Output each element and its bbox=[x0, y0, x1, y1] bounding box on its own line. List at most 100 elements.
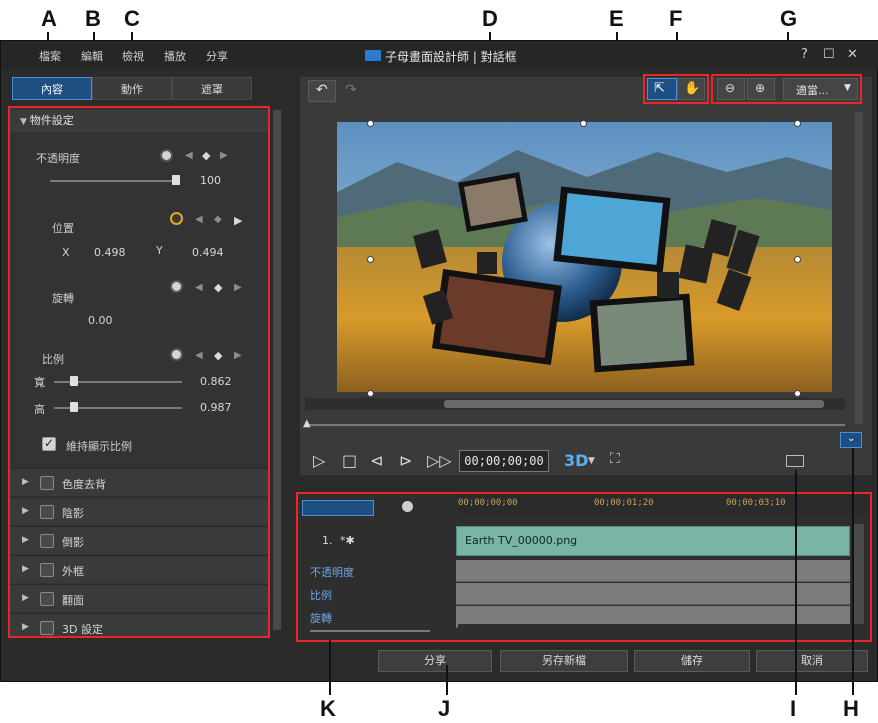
stop-icon[interactable]: □ bbox=[342, 451, 357, 470]
preview-canvas[interactable] bbox=[337, 122, 832, 392]
resize-handle[interactable] bbox=[794, 120, 801, 127]
stopwatch-icon[interactable] bbox=[170, 348, 183, 361]
playback-position-slider[interactable] bbox=[305, 424, 845, 426]
previous-frame-icon[interactable]: ⊲ bbox=[370, 451, 383, 470]
section-checkbox[interactable] bbox=[40, 563, 54, 577]
fullscreen-icon[interactable]: ⛶ bbox=[610, 451, 620, 467]
next-keyframe-icon[interactable]: ▶ bbox=[234, 214, 242, 227]
timeline-vertical-scrollbar[interactable] bbox=[854, 524, 864, 624]
next-keyframe-icon[interactable]: ▶ bbox=[220, 150, 228, 161]
object-settings-header[interactable]: ▼ 物件設定 bbox=[10, 110, 268, 132]
menu-view[interactable]: 檢視 bbox=[122, 48, 144, 64]
next-frame-icon[interactable]: ⊳ bbox=[399, 451, 412, 470]
position-y-value[interactable]: 0.494 bbox=[192, 246, 224, 259]
resize-handle[interactable] bbox=[794, 256, 801, 263]
section-checkbox[interactable] bbox=[40, 534, 54, 548]
stopwatch-icon[interactable] bbox=[402, 501, 413, 512]
menu-file[interactable]: 檔案 bbox=[39, 48, 61, 64]
keyframe-view-toggle[interactable] bbox=[302, 500, 374, 516]
timeline-zoom-slider[interactable] bbox=[310, 630, 430, 632]
rotation-value[interactable]: 0.00 bbox=[88, 314, 113, 327]
expand-timeline-button[interactable]: ⌄ bbox=[840, 432, 862, 448]
3d-mode-button[interactable]: 3D bbox=[564, 451, 588, 470]
prev-keyframe-icon[interactable]: ◀ bbox=[195, 214, 203, 225]
redo-icon[interactable]: ↷ bbox=[345, 82, 357, 98]
left-panel-scrollbar[interactable] bbox=[273, 110, 281, 630]
resize-handle[interactable] bbox=[367, 120, 374, 127]
add-keyframe-icon[interactable]: ◆ bbox=[214, 281, 222, 294]
prev-keyframe-icon[interactable]: ◀ bbox=[195, 350, 203, 361]
resize-handle[interactable] bbox=[367, 256, 374, 263]
safe-zone-icon[interactable] bbox=[786, 455, 804, 467]
media-clip[interactable]: Earth TV_00000.png bbox=[456, 526, 850, 556]
share-button[interactable]: 分享 bbox=[378, 650, 492, 672]
fast-forward-icon[interactable]: ▷▷ bbox=[427, 451, 452, 470]
prev-keyframe-icon[interactable]: ◀ bbox=[195, 282, 203, 293]
save-button[interactable]: 儲存 bbox=[634, 650, 750, 672]
opacity-slider-thumb[interactable] bbox=[172, 175, 180, 185]
stopwatch-icon[interactable] bbox=[170, 280, 183, 293]
preview-image bbox=[337, 122, 832, 392]
menu-share[interactable]: 分享 bbox=[206, 48, 228, 64]
width-value[interactable]: 0.862 bbox=[200, 375, 232, 388]
timecode-field[interactable]: 00;00;00;00 bbox=[459, 450, 549, 472]
resize-handle[interactable] bbox=[367, 390, 374, 397]
opacity-slider[interactable] bbox=[50, 180, 178, 182]
add-keyframe-icon[interactable]: ◆ bbox=[214, 214, 222, 225]
add-keyframe-icon[interactable]: ◆ bbox=[202, 149, 210, 162]
tab-properties[interactable]: 內容 bbox=[12, 77, 92, 100]
section-checkbox[interactable] bbox=[40, 592, 54, 606]
undo-button[interactable]: ↶ bbox=[308, 80, 336, 102]
callout-g: G bbox=[780, 6, 798, 31]
chevron-down-icon: ▼ bbox=[20, 117, 30, 127]
tab-mask[interactable]: 遮罩 bbox=[172, 77, 252, 100]
height-slider-thumb[interactable] bbox=[70, 402, 78, 412]
section-checkbox[interactable] bbox=[40, 505, 54, 519]
section-label: 翻面 bbox=[62, 594, 84, 607]
menu-play[interactable]: 播放 bbox=[164, 48, 186, 64]
track-opacity-row[interactable] bbox=[456, 560, 850, 582]
scrollbar-thumb[interactable] bbox=[444, 400, 824, 408]
stopwatch-icon[interactable] bbox=[160, 149, 173, 162]
play-icon[interactable]: ▷ bbox=[313, 451, 325, 470]
add-keyframe-icon[interactable]: ◆ bbox=[214, 349, 222, 362]
save-as-button[interactable]: 另存新檔 bbox=[500, 650, 628, 672]
track-scale-row[interactable] bbox=[456, 583, 850, 605]
height-value[interactable]: 0.987 bbox=[200, 401, 232, 414]
section-reflection[interactable]: ▶ 倒影 bbox=[10, 526, 268, 554]
check-icon: ✓ bbox=[44, 436, 55, 450]
hand-tool-button[interactable]: ✋ bbox=[677, 78, 705, 100]
next-keyframe-icon[interactable]: ▶ bbox=[234, 282, 242, 293]
resize-handle[interactable] bbox=[580, 120, 587, 127]
cancel-label: 取消 bbox=[801, 654, 823, 667]
prev-keyframe-icon[interactable]: ◀ bbox=[185, 150, 193, 161]
zoom-out-button[interactable]: ⊖ bbox=[717, 78, 745, 100]
opacity-value[interactable]: 100 bbox=[200, 174, 221, 187]
select-tool-button[interactable]: ⇱ bbox=[647, 78, 677, 100]
zoom-select[interactable]: 適當... ▼ bbox=[783, 78, 858, 100]
section-flip[interactable]: ▶ 翻面 bbox=[10, 584, 268, 612]
ruler-label: 00;00;01;20 bbox=[594, 498, 654, 508]
menu-bar: 檔案 編輯 檢視 播放 分享 子母畫面設計師 | 對話框 ? ☐ ✕ bbox=[1, 41, 878, 69]
menu-edit[interactable]: 編輯 bbox=[81, 48, 103, 64]
tab-motion[interactable]: 動作 bbox=[92, 77, 172, 100]
help-icon[interactable]: ? bbox=[801, 47, 808, 62]
next-keyframe-icon[interactable]: ▶ bbox=[234, 350, 242, 361]
stopwatch-active-icon[interactable] bbox=[170, 212, 183, 225]
zoom-in-button[interactable]: ⊕ bbox=[747, 78, 775, 100]
section-checkbox[interactable] bbox=[40, 621, 54, 635]
preview-vertical-scrollbar[interactable] bbox=[855, 112, 863, 424]
time-ruler[interactable]: 00;00;00;00 00;00;01;20 00;00;03;10 bbox=[458, 494, 870, 516]
section-3d-settings[interactable]: ▶ 3D 設定 bbox=[10, 613, 268, 636]
position-x-value[interactable]: 0.498 bbox=[94, 246, 126, 259]
3d-dropdown-arrow-icon[interactable]: ▼ bbox=[588, 456, 595, 466]
playhead-icon[interactable]: ▲ bbox=[303, 418, 311, 429]
section-chroma-key[interactable]: ▶ 色度去背 bbox=[10, 468, 268, 496]
maximize-icon[interactable]: ☐ bbox=[823, 47, 835, 62]
section-shadow[interactable]: ▶ 陰影 bbox=[10, 497, 268, 525]
close-icon[interactable]: ✕ bbox=[847, 47, 858, 62]
resize-handle[interactable] bbox=[794, 390, 801, 397]
width-slider-thumb[interactable] bbox=[70, 376, 78, 386]
section-checkbox[interactable] bbox=[40, 476, 54, 490]
section-border[interactable]: ▶ 外框 bbox=[10, 555, 268, 583]
